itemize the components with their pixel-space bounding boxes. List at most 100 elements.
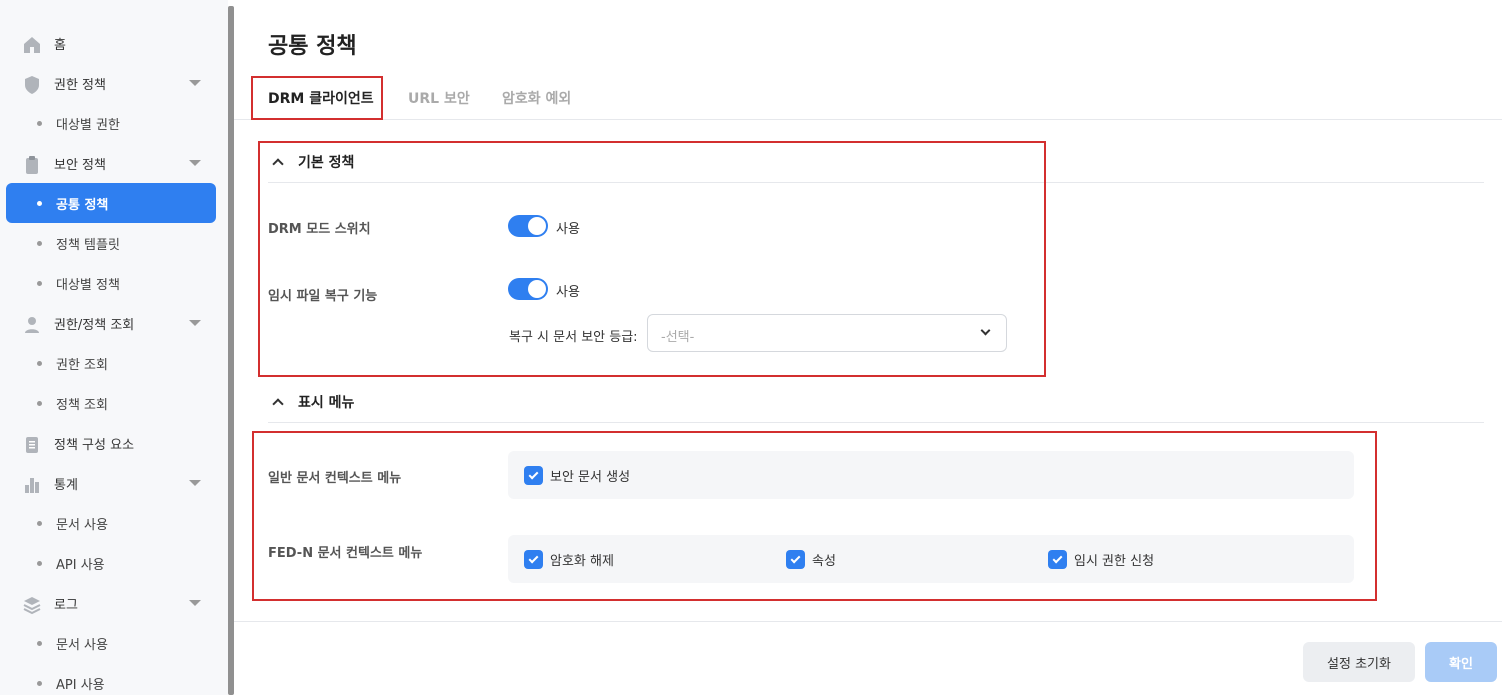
sidebar-item-security-policy[interactable]: 보안 정책 (6, 143, 216, 183)
sidebar-item-label: 홈 (54, 37, 66, 53)
bullet-icon (37, 361, 42, 366)
sidebar-item-stats-doc-usage[interactable]: 문서 사용 (6, 503, 216, 543)
sidebar-item-statistics[interactable]: 통계 (6, 463, 216, 503)
sidebar-item-label: 보안 정책 (54, 157, 106, 173)
page-title: 공통 정책 (268, 34, 357, 59)
sidebar-item-permission-lookup[interactable]: 권한/정책 조회 (6, 303, 216, 343)
chevron-down-icon (189, 80, 201, 86)
checkbox-label: 임시 권한 신청 (1074, 554, 1155, 569)
sidebar-item-label: 문서 사용 (56, 517, 108, 533)
checkbox-checked-icon (524, 550, 543, 569)
footer-divider (234, 621, 1502, 622)
sidebar-item-label: 통계 (54, 477, 78, 493)
fedn-menu-label: FED-N 문서 컨텍스트 메뉴 (268, 546, 423, 561)
sidebar-item-target-permission[interactable]: 대상별 권한 (6, 103, 216, 143)
section-title: 기본 정책 (298, 155, 355, 171)
checkbox-checked-icon (1048, 550, 1067, 569)
sidebar-item-label: 문서 사용 (56, 637, 108, 653)
sidebar-item-home[interactable]: 홈 (6, 23, 216, 63)
bullet-icon (37, 561, 42, 566)
sidebar-item-log[interactable]: 로그 (6, 583, 216, 623)
main-content: 공통 정책 DRM 클라이언트 URL 보안 암호화 예외 기본 정책 DRM … (234, 0, 1502, 695)
checkbox-create-secure-doc[interactable]: 보안 문서 생성 (524, 466, 630, 485)
bullet-icon (37, 241, 42, 246)
sidebar-item-target-policy[interactable]: 대상별 정책 (6, 263, 216, 303)
recovery-level-label: 복구 시 문서 보안 등급: (509, 330, 638, 345)
sidebar-item-common-policy[interactable]: 공통 정책 (6, 183, 216, 223)
bullet-icon (37, 521, 42, 526)
sidebar-item-label: 대상별 권한 (56, 117, 120, 133)
sidebar-item-log-api-usage[interactable]: API 사용 (6, 663, 216, 695)
chevron-up-icon (272, 158, 284, 170)
bullet-icon (37, 401, 42, 406)
select-value: -선택- (661, 330, 695, 345)
temp-recovery-toggle[interactable] (508, 278, 548, 300)
shield-icon (22, 75, 42, 95)
sidebar-item-policy-view[interactable]: 정책 조회 (6, 383, 216, 423)
section-display-menu[interactable]: 표시 메뉴 (272, 392, 355, 412)
temp-recovery-label: 임시 파일 복구 기능 (268, 289, 378, 304)
sidebar-item-permission-view[interactable]: 권한 조회 (6, 343, 216, 383)
bar-chart-icon (22, 475, 42, 495)
divider (268, 182, 1484, 183)
home-icon (22, 35, 42, 55)
chevron-down-icon (189, 320, 201, 326)
drm-mode-label: DRM 모드 스위치 (268, 222, 371, 237)
confirm-button[interactable]: 확인 (1425, 642, 1497, 682)
temp-recovery-state: 사용 (556, 285, 580, 300)
checkbox-checked-icon (786, 550, 805, 569)
sidebar-item-label: 권한 조회 (56, 357, 108, 373)
sidebar-item-label: 정책 템플릿 (56, 237, 120, 253)
user-icon (22, 315, 42, 335)
tab-bar: DRM 클라이언트 URL 보안 암호화 예외 (234, 78, 1502, 120)
section-basic-policy[interactable]: 기본 정책 (272, 152, 355, 172)
sidebar-item-label: 권한/정책 조회 (54, 317, 135, 333)
checkbox-label: 속성 (812, 554, 836, 569)
sidebar-item-label: 공통 정책 (56, 197, 109, 213)
section-title: 표시 메뉴 (298, 395, 355, 411)
sidebar-item-stats-api-usage[interactable]: API 사용 (6, 543, 216, 583)
checkbox-checked-icon (524, 466, 543, 485)
checkbox-label: 암호화 해제 (550, 554, 614, 569)
bullet-icon (37, 121, 42, 126)
fedn-menu-options: 암호화 해제 속성 임시 권한 신청 (508, 535, 1354, 583)
sidebar-item-log-doc-usage[interactable]: 문서 사용 (6, 623, 216, 663)
tab-encryption-exception[interactable]: 암호화 예외 (502, 88, 571, 108)
sidebar-item-policy-components[interactable]: 정책 구성 요소 (6, 423, 216, 463)
recovery-level-select[interactable]: -선택- (647, 314, 1007, 352)
bullet-icon (37, 281, 42, 286)
bullet-icon (37, 201, 42, 206)
checkbox-properties[interactable]: 속성 (786, 550, 836, 569)
chevron-down-icon (980, 325, 991, 336)
clipboard-icon (22, 155, 42, 175)
checkbox-decrypt[interactable]: 암호화 해제 (524, 550, 614, 569)
drm-mode-toggle[interactable] (508, 215, 548, 237)
toggle-knob (528, 280, 546, 298)
sidebar: 홈 권한 정책 대상별 권한 보안 정책 공통 정책 정책 템플릿 대상별 정책… (0, 0, 228, 695)
divider (268, 422, 1484, 423)
sidebar-item-label: 정책 조회 (56, 397, 108, 413)
bullet-icon (37, 681, 42, 686)
bullet-icon (37, 641, 42, 646)
reset-settings-button[interactable]: 설정 초기화 (1303, 642, 1415, 682)
general-menu-options: 보안 문서 생성 (508, 451, 1354, 499)
sidebar-item-label: 권한 정책 (54, 77, 106, 93)
sidebar-item-label: 대상별 정책 (56, 277, 120, 293)
sidebar-item-label: 로그 (54, 597, 78, 613)
layers-icon (22, 595, 42, 615)
drm-mode-state: 사용 (556, 222, 580, 237)
checkbox-temp-permission[interactable]: 임시 권한 신청 (1048, 550, 1154, 569)
checkbox-label: 보안 문서 생성 (550, 470, 631, 485)
sidebar-item-label: 정책 구성 요소 (54, 437, 135, 453)
toggle-knob (528, 217, 546, 235)
chevron-up-icon (272, 398, 284, 410)
document-icon (22, 435, 42, 455)
sidebar-item-permission-policy[interactable]: 권한 정책 (6, 63, 216, 103)
chevron-down-icon (189, 160, 201, 166)
sidebar-item-label: API 사용 (56, 677, 105, 693)
tab-drm-client[interactable]: DRM 클라이언트 (268, 88, 374, 108)
sidebar-item-policy-template[interactable]: 정책 템플릿 (6, 223, 216, 263)
sidebar-item-label: API 사용 (56, 557, 105, 573)
tab-url-security[interactable]: URL 보안 (408, 88, 470, 108)
chevron-down-icon (189, 600, 201, 606)
